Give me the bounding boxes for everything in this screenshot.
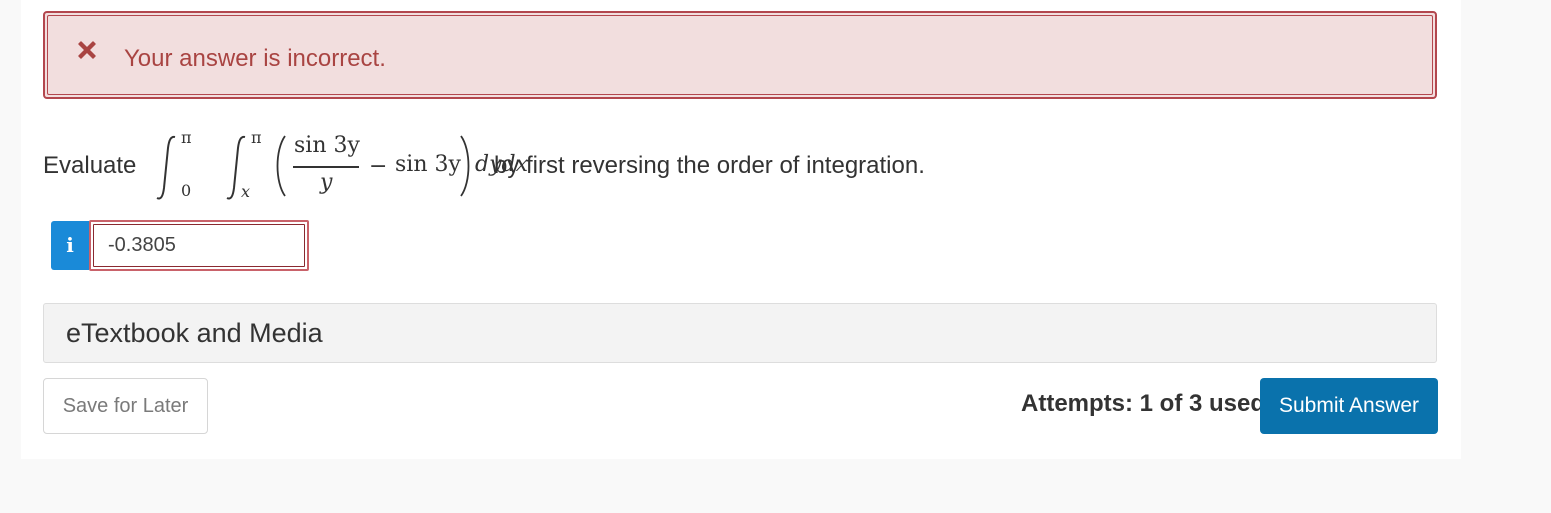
- right-paren: [460, 135, 470, 197]
- left-paren: [276, 135, 286, 197]
- submit-answer-button[interactable]: Submit Answer: [1260, 378, 1438, 434]
- answer-field-wrapper: [89, 220, 309, 271]
- question-trail: by first reversing the order of integrat…: [494, 152, 925, 179]
- fraction-denominator: y: [320, 170, 333, 195]
- close-icon: [78, 41, 96, 59]
- integral-expression: π 0 π x sin 3y y − sin 3y dydx: [155, 128, 528, 204]
- outer-upper-limit: π: [181, 128, 192, 147]
- minus-sign: −: [369, 154, 388, 179]
- question-lead: Evaluate: [43, 152, 137, 179]
- answer-input[interactable]: [93, 224, 305, 267]
- etextbook-media-section[interactable]: eTextbook and Media: [43, 303, 1437, 363]
- save-for-later-button[interactable]: Save for Later: [43, 378, 208, 434]
- question-text: Evaluate π 0 π x sin 3y y − sin 3y dydx …: [43, 128, 1243, 204]
- inner-lower-limit: x: [241, 182, 251, 201]
- fraction-bar: [293, 166, 359, 168]
- info-icon[interactable]: i: [51, 221, 89, 270]
- fraction-numerator: sin 3y: [294, 133, 360, 158]
- outer-lower-limit: 0: [181, 181, 192, 200]
- inner-upper-limit: π: [251, 128, 262, 147]
- alert-inner-border: Your answer is incorrect.: [47, 15, 1433, 95]
- question-panel: Your answer is incorrect. Evaluate π 0 π…: [21, 0, 1461, 459]
- etextbook-media-label: eTextbook and Media: [66, 318, 323, 348]
- attempts-counter: Attempts: 1 of 3 used: [1021, 390, 1266, 417]
- alert-message: Your answer is incorrect.: [124, 45, 386, 72]
- sine-term: sin 3y: [395, 152, 461, 177]
- incorrect-answer-alert: Your answer is incorrect.: [43, 11, 1437, 99]
